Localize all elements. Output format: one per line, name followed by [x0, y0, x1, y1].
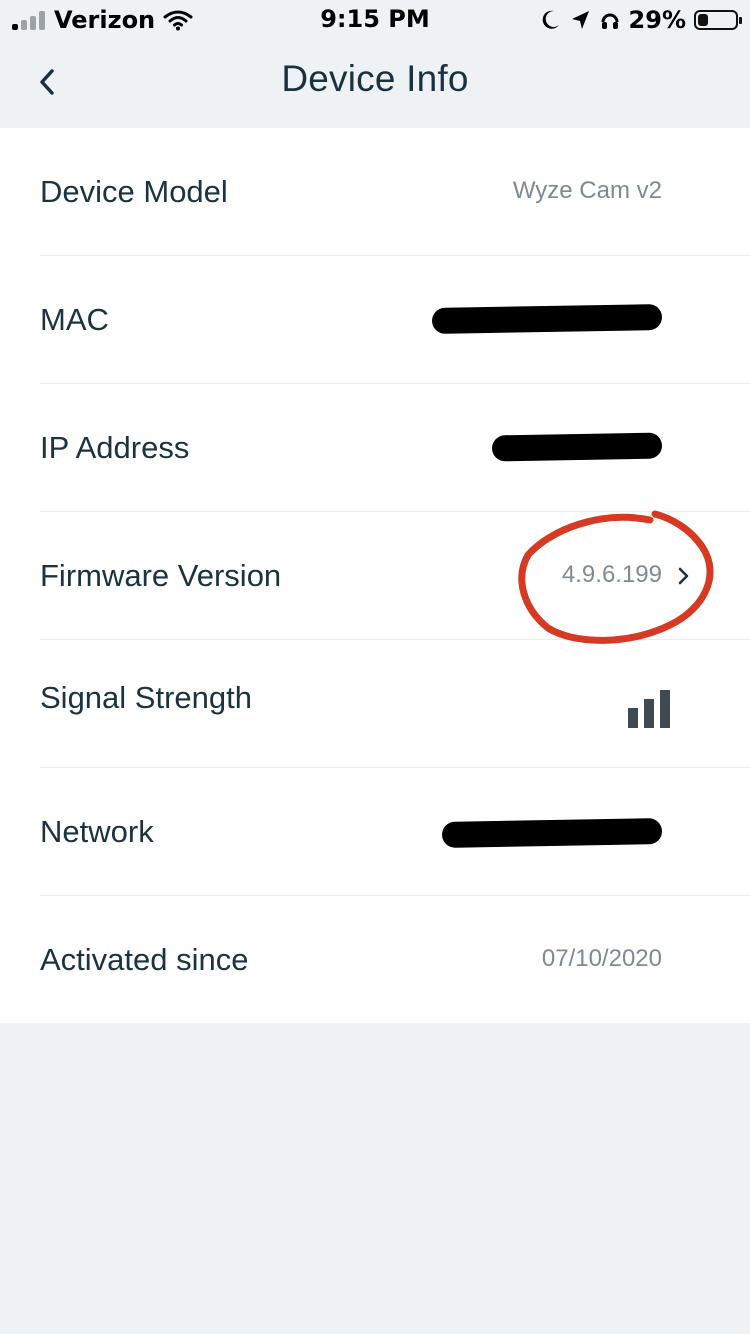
- firmware-version-value: 4.9.6.199: [561, 561, 662, 588]
- network-redaction: [441, 818, 663, 848]
- empty-background: [0, 1023, 750, 1334]
- activated-since-value: 07/10/2020: [541, 945, 662, 972]
- activated-since-row: Activated since 07/10/2020: [40, 896, 750, 1024]
- moon-icon: [542, 10, 559, 29]
- page-title: Device Info: [281, 58, 469, 99]
- mac-row: MAC: [40, 256, 750, 384]
- battery-percent: 29%: [628, 6, 686, 34]
- activated-since-label: Activated since: [40, 942, 249, 977]
- device-model-label: Device Model: [40, 174, 228, 209]
- chevron-right-icon: [678, 567, 689, 585]
- headphones-icon: [601, 13, 619, 29]
- signal-strength-label: Signal Strength: [40, 680, 252, 715]
- signal-strength-icon: [628, 690, 670, 728]
- ip-address-redaction: [491, 432, 663, 462]
- network-row: Network: [40, 768, 750, 896]
- signal-strength-row: Signal Strength: [40, 640, 750, 768]
- firmware-version-label: Firmware Version: [40, 558, 282, 593]
- network-label: Network: [40, 814, 154, 849]
- device-info-list: Device Model Wyze Cam v2 MAC IP Address …: [0, 128, 750, 1023]
- battery-level: [698, 14, 708, 26]
- nav-bar: Device Info: [0, 40, 750, 128]
- ip-address-label: IP Address: [40, 430, 190, 465]
- firmware-version-row[interactable]: Firmware Version 4.9.6.199: [40, 512, 750, 640]
- status-right: 29%: [539, 6, 742, 34]
- location-arrow-icon: [571, 11, 589, 29]
- mac-redaction: [431, 303, 663, 335]
- device-model-row: Device Model Wyze Cam v2: [40, 128, 750, 256]
- ip-address-row: IP Address: [40, 384, 750, 512]
- battery-icon: [694, 10, 742, 30]
- status-bar: Verizon 9:15 PM 29%: [0, 0, 750, 40]
- mac-label: MAC: [40, 302, 109, 337]
- device-model-value: Wyze Cam v2: [512, 177, 662, 204]
